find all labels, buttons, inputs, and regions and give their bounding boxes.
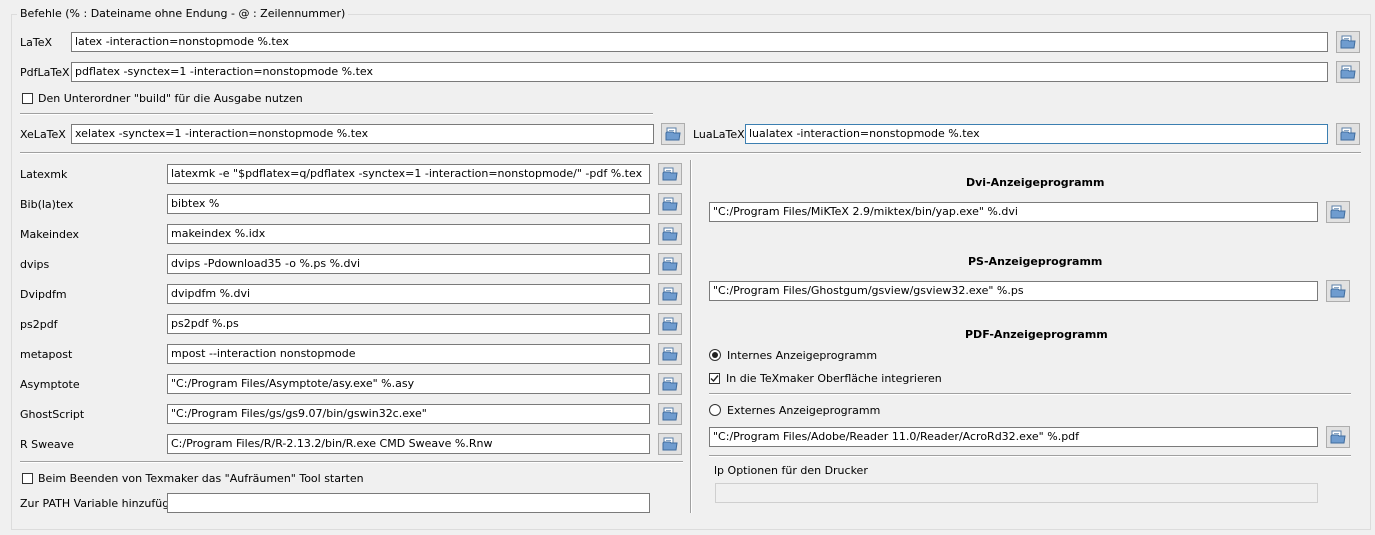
dvi-viewer-heading: Dvi-Anzeigeprogramm	[966, 176, 1105, 189]
open-folder-icon	[662, 227, 678, 241]
lp-options-label: lp Optionen für den Drucker	[714, 464, 868, 477]
tool-command-field[interactable]: bibtex %	[167, 194, 650, 214]
latex-command-field[interactable]: latex -interaction=nonstopmode %.tex	[71, 32, 1328, 52]
open-folder-icon	[1330, 430, 1346, 444]
tool-label: metapost	[20, 348, 73, 361]
open-folder-icon	[662, 197, 678, 211]
external-viewer-label: Externes Anzeigeprogramm	[727, 404, 881, 417]
separator	[20, 113, 653, 115]
open-folder-icon	[662, 437, 678, 451]
separator	[20, 152, 1361, 154]
internal-viewer-label: Internes Anzeigeprogramm	[727, 349, 878, 362]
tool-command-field[interactable]: "C:/Program Files/gs/gs9.07/bin/gswin32c…	[167, 404, 650, 424]
open-folder-icon	[1340, 127, 1356, 141]
tool-label: Dvipdfm	[20, 288, 67, 301]
open-folder-icon	[662, 377, 678, 391]
separator	[709, 393, 1351, 395]
tool-label: R Sweave	[20, 438, 74, 451]
internal-viewer-radio[interactable]	[709, 349, 721, 361]
lualatex-browse-button[interactable]	[1336, 123, 1360, 145]
xelatex-command-field[interactable]: xelatex -synctex=1 -interaction=nonstopm…	[71, 124, 654, 144]
tool-label: Asymptote	[20, 378, 80, 391]
ps-viewer-browse-button[interactable]	[1326, 280, 1350, 302]
xelatex-label: XeLaTeX	[20, 128, 66, 141]
vertical-separator	[690, 160, 692, 513]
cleanup-label: Beim Beenden von Texmaker das "Aufräumen…	[38, 472, 364, 485]
pdf-viewer-heading: PDF-Anzeigeprogramm	[965, 328, 1108, 341]
open-folder-icon	[1330, 284, 1346, 298]
radio-selected-dot	[712, 352, 718, 358]
checkmark-icon	[710, 375, 719, 383]
lualatex-command-field[interactable]: lualatex -interaction=nonstopmode %.tex	[745, 124, 1328, 144]
tool-command-field[interactable]: ps2pdf %.ps	[167, 314, 650, 334]
open-folder-icon	[1340, 35, 1356, 49]
open-folder-icon	[662, 347, 678, 361]
tool-label: GhostScript	[20, 408, 85, 421]
path-variable-field[interactable]	[167, 493, 650, 513]
lp-options-field[interactable]	[715, 483, 1318, 503]
group-title: Befehle (% : Dateiname ohne Endung - @ :…	[17, 7, 349, 20]
tool-command-field[interactable]: "C:/Program Files/Asymptote/asy.exe" %.a…	[167, 374, 650, 394]
open-folder-icon	[662, 167, 678, 181]
tool-label: Bib(la)tex	[20, 198, 74, 211]
tool-browse-button[interactable]	[658, 403, 682, 425]
open-folder-icon	[662, 287, 678, 301]
tool-label: Latexmk	[20, 168, 68, 181]
latex-browse-button[interactable]	[1336, 31, 1360, 53]
external-viewer-field[interactable]: "C:/Program Files/Adobe/Reader 11.0/Read…	[709, 427, 1318, 447]
tool-command-field[interactable]: makeindex %.idx	[167, 224, 650, 244]
cleanup-checkbox[interactable]	[22, 473, 33, 484]
open-folder-icon	[662, 407, 678, 421]
latex-label: LaTeX	[20, 36, 53, 49]
tool-browse-button[interactable]	[658, 283, 682, 305]
open-folder-icon	[665, 127, 681, 141]
tool-browse-button[interactable]	[658, 253, 682, 275]
open-folder-icon	[662, 317, 678, 331]
tool-browse-button[interactable]	[658, 223, 682, 245]
ps-viewer-heading: PS-Anzeigeprogramm	[968, 255, 1103, 268]
tool-command-field[interactable]: dvips -Pdownload35 -o %.ps %.dvi	[167, 254, 650, 274]
integrate-viewer-label: In die TeXmaker Oberfläche integrieren	[726, 372, 942, 385]
tool-browse-button[interactable]	[658, 373, 682, 395]
tool-command-field[interactable]: mpost --interaction nonstopmode	[167, 344, 650, 364]
tool-label: ps2pdf	[20, 318, 58, 331]
tool-label: dvips	[20, 258, 50, 271]
tool-command-field[interactable]: latexmk -e "$pdflatex=q/pdflatex -syncte…	[167, 164, 650, 184]
tool-browse-button[interactable]	[658, 163, 682, 185]
build-subfolder-label: Den Unterordner "build" für die Ausgabe …	[38, 92, 303, 105]
tool-browse-button[interactable]	[658, 343, 682, 365]
external-viewer-browse-button[interactable]	[1326, 426, 1350, 448]
open-folder-icon	[1340, 65, 1356, 79]
tool-label: Makeindex	[20, 228, 80, 241]
pdflatex-command-field[interactable]: pdflatex -synctex=1 -interaction=nonstop…	[71, 62, 1328, 82]
pdflatex-browse-button[interactable]	[1336, 61, 1360, 83]
open-folder-icon	[662, 257, 678, 271]
lualatex-label: LuaLaTeX	[693, 128, 745, 141]
tool-browse-button[interactable]	[658, 193, 682, 215]
tool-command-field[interactable]: dvipdfm %.dvi	[167, 284, 650, 304]
dvi-viewer-field[interactable]: "C:/Program Files/MiKTeX 2.9/miktex/bin/…	[709, 202, 1318, 222]
integrate-viewer-checkbox[interactable]	[709, 373, 720, 384]
build-subfolder-checkbox[interactable]	[22, 93, 33, 104]
path-variable-label: Zur PATH Variable hinzufügen	[20, 497, 183, 510]
ps-viewer-field[interactable]: "C:/Program Files/Ghostgum/gsview/gsview…	[709, 281, 1318, 301]
separator	[709, 455, 1351, 457]
external-viewer-radio[interactable]	[709, 404, 721, 416]
dvi-viewer-browse-button[interactable]	[1326, 201, 1350, 223]
xelatex-browse-button[interactable]	[661, 123, 685, 145]
separator	[20, 461, 683, 463]
tool-browse-button[interactable]	[658, 433, 682, 455]
tool-command-field[interactable]: C:/Program Files/R/R-2.13.2/bin/R.exe CM…	[167, 434, 650, 454]
pdflatex-label: PdfLaTeX	[20, 66, 70, 79]
open-folder-icon	[1330, 205, 1346, 219]
tool-browse-button[interactable]	[658, 313, 682, 335]
